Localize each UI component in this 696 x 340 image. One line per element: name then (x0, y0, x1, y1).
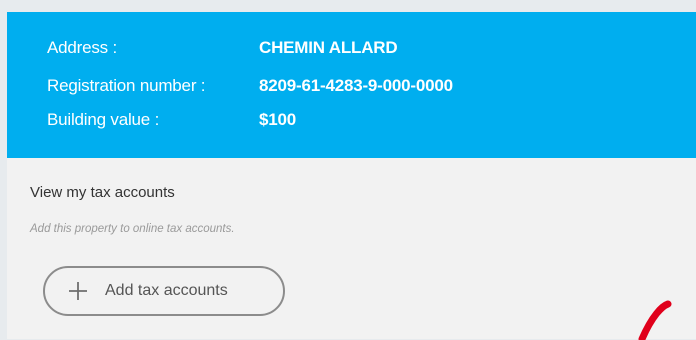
address-label: Address : (47, 38, 118, 57)
registration-value: 8209-61-4283-9-000-0000 (259, 76, 453, 95)
tax-accounts-title: View my tax accounts (30, 184, 175, 201)
property-header: Address : CHEMIN ALLARD Registration num… (7, 12, 696, 158)
property-card: Address : CHEMIN ALLARD Registration num… (7, 12, 696, 339)
plus-icon (67, 280, 89, 302)
annotation-pen-mark (638, 300, 672, 340)
tax-accounts-subtitle: Add this property to online tax accounts… (30, 223, 235, 235)
add-tax-accounts-button[interactable]: Add tax accounts (43, 266, 285, 316)
add-tax-accounts-label: Add tax accounts (105, 282, 228, 299)
registration-label: Registration number : (47, 76, 206, 95)
building-value: $100 (259, 110, 297, 129)
address-value: CHEMIN ALLARD (259, 38, 398, 57)
building-value-label: Building value : (47, 110, 160, 129)
